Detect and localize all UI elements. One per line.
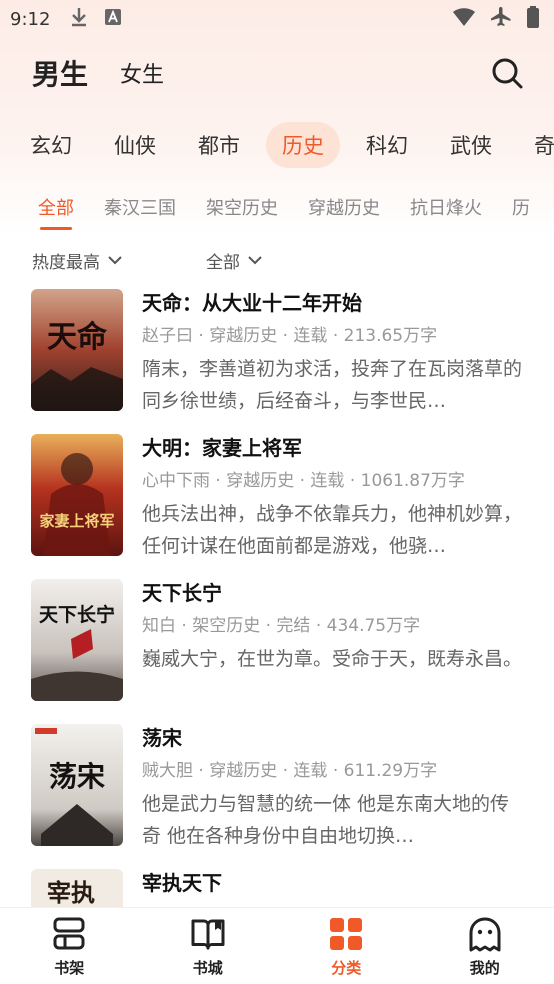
- font-a-icon: [104, 8, 122, 31]
- cover-title-text: 天命: [47, 320, 108, 355]
- book-meta: 心中下雨 · 穿越历史 · 连载 · 1061.87万字: [142, 471, 465, 491]
- status-time: 9:12: [10, 8, 51, 30]
- book-list: 天命 天命：从大业十二年开始 赵子曰 · 穿越历史 · 连载 · 213.65万…: [0, 287, 554, 907]
- filter-bar: 热度最高 全部: [0, 244, 554, 276]
- subcategory-tabs: 全部 秦汉三国 架空历史 穿越历史 抗日烽火 历: [0, 184, 554, 230]
- wifi-icon: [452, 7, 476, 32]
- book-cover[interactable]: 天下长宁: [31, 579, 123, 701]
- category-tab-xuanhuan[interactable]: 玄幻: [14, 122, 88, 168]
- tab-female[interactable]: 女生: [120, 57, 164, 89]
- chevron-down-icon: [248, 256, 262, 265]
- subcategory-tab-all[interactable]: 全部: [38, 194, 74, 230]
- book-list-item[interactable]: 宰执 宰执天下: [0, 867, 554, 907]
- book-open-icon: [191, 919, 225, 950]
- book-title[interactable]: 大明：家妻上将军: [142, 432, 302, 461]
- book-description: 巍威大宁，在世为章。受命于天，既寿永昌。: [142, 648, 523, 670]
- gender-tab-bar: 男生 女生: [0, 48, 554, 98]
- book-meta: 知白 · 架空历史 · 完结 · 434.75万字: [142, 616, 421, 636]
- tab-male[interactable]: 男生: [32, 53, 89, 97]
- book-cover[interactable]: 天命: [31, 289, 123, 411]
- book-description: 他是武力与智慧的统一体 他是东南大地的传奇 他在各种身份中自由地切换…: [142, 793, 510, 847]
- sort-dropdown-label: 热度最高: [32, 252, 100, 273]
- status-dropdown[interactable]: 全部: [206, 248, 262, 273]
- cover-title-text: 家妻上将军: [39, 512, 114, 530]
- download-icon: [70, 7, 88, 32]
- book-list-item[interactable]: 家妻上将军 大明：家妻上将军 心中下雨 · 穿越历史 · 连载 · 1061.8…: [0, 432, 554, 577]
- search-icon: [492, 58, 523, 89]
- profile-icon: [469, 917, 501, 952]
- category-tab-qi[interactable]: 奇: [518, 122, 554, 168]
- category-tab-xianxia[interactable]: 仙侠: [98, 122, 172, 168]
- grid-icon: [330, 918, 363, 950]
- cover-title-text: 宰执: [47, 878, 95, 907]
- nav-category-label: 分类: [331, 959, 362, 977]
- subcategory-tab-kangri[interactable]: 抗日烽火: [410, 194, 482, 220]
- chevron-down-icon: [108, 256, 122, 265]
- status-dropdown-label: 全部: [206, 252, 240, 273]
- status-bar: 9:12: [0, 0, 554, 38]
- book-cover[interactable]: 荡宋: [31, 724, 123, 846]
- category-tab-kehuan[interactable]: 科幻: [350, 122, 424, 168]
- nav-bookstore[interactable]: 书城: [139, 908, 278, 984]
- subcategory-tab-chuanyue[interactable]: 穿越历史: [308, 194, 380, 220]
- battery-icon: [526, 5, 540, 33]
- book-list-item[interactable]: 天下长宁 天下长宁 知白 · 架空历史 · 完结 · 434.75万字 巍威大宁…: [0, 577, 554, 722]
- book-meta: 赵子曰 · 穿越历史 · 连载 · 213.65万字: [142, 326, 438, 346]
- book-list-item[interactable]: 天命 天命：从大业十二年开始 赵子曰 · 穿越历史 · 连载 · 213.65万…: [0, 287, 554, 432]
- cover-title-text: 天下长宁: [39, 603, 115, 626]
- nav-bookshelf[interactable]: 书架: [0, 908, 139, 984]
- subcategory-tab-jiakong[interactable]: 架空历史: [206, 194, 278, 220]
- book-description: 隋末，李善道初为求活，投奔了在瓦岗落草的同乡徐世绩，后经奋斗，与李世民…: [142, 358, 523, 412]
- book-title[interactable]: 荡宋: [142, 722, 182, 751]
- category-tabs: 玄幻 仙侠 都市 历史 科幻 武侠 奇: [0, 120, 554, 170]
- book-list-item[interactable]: 荡宋 荡宋 贼大胆 · 穿越历史 · 连载 · 611.29万字 他是武力与智慧…: [0, 722, 554, 867]
- category-tab-wuxia[interactable]: 武侠: [434, 122, 508, 168]
- nav-profile[interactable]: 我的: [416, 908, 554, 984]
- active-tab-underline: [32, 91, 86, 97]
- book-cover[interactable]: 宰执: [31, 869, 123, 907]
- sort-dropdown[interactable]: 热度最高: [32, 248, 122, 273]
- book-title[interactable]: 天命：从大业十二年开始: [142, 287, 362, 316]
- book-cover[interactable]: 家妻上将军: [31, 434, 123, 556]
- subcategory-tab-qinhan[interactable]: 秦汉三国: [104, 194, 176, 220]
- bookshelf-icon: [53, 917, 85, 950]
- cover-title-text: 荡宋: [49, 760, 105, 793]
- nav-bookshelf-label: 书架: [54, 959, 85, 977]
- category-tab-dushi[interactable]: 都市: [182, 122, 256, 168]
- nav-category[interactable]: 分类: [277, 908, 416, 984]
- nav-profile-label: 我的: [469, 959, 500, 977]
- book-meta: 贼大胆 · 穿越历史 · 连载 · 611.29万字: [142, 761, 438, 781]
- nav-bookstore-label: 书城: [192, 959, 223, 977]
- book-title[interactable]: 天下长宁: [142, 577, 222, 606]
- tab-female-label: 女生: [120, 63, 165, 88]
- tab-male-label: 男生: [32, 58, 89, 91]
- search-button[interactable]: [490, 56, 524, 90]
- subcategory-tab-more[interactable]: 历: [512, 194, 530, 220]
- airplane-icon: [490, 6, 512, 33]
- book-description: 他兵法出神，战争不依靠兵力，他神机妙算，任何计谋在他面前都是游戏，他骁…: [142, 503, 523, 557]
- category-tab-lishi[interactable]: 历史: [266, 122, 340, 168]
- bottom-nav: 书架 书城 分类 我的: [0, 907, 554, 984]
- book-title[interactable]: 宰执天下: [142, 867, 222, 896]
